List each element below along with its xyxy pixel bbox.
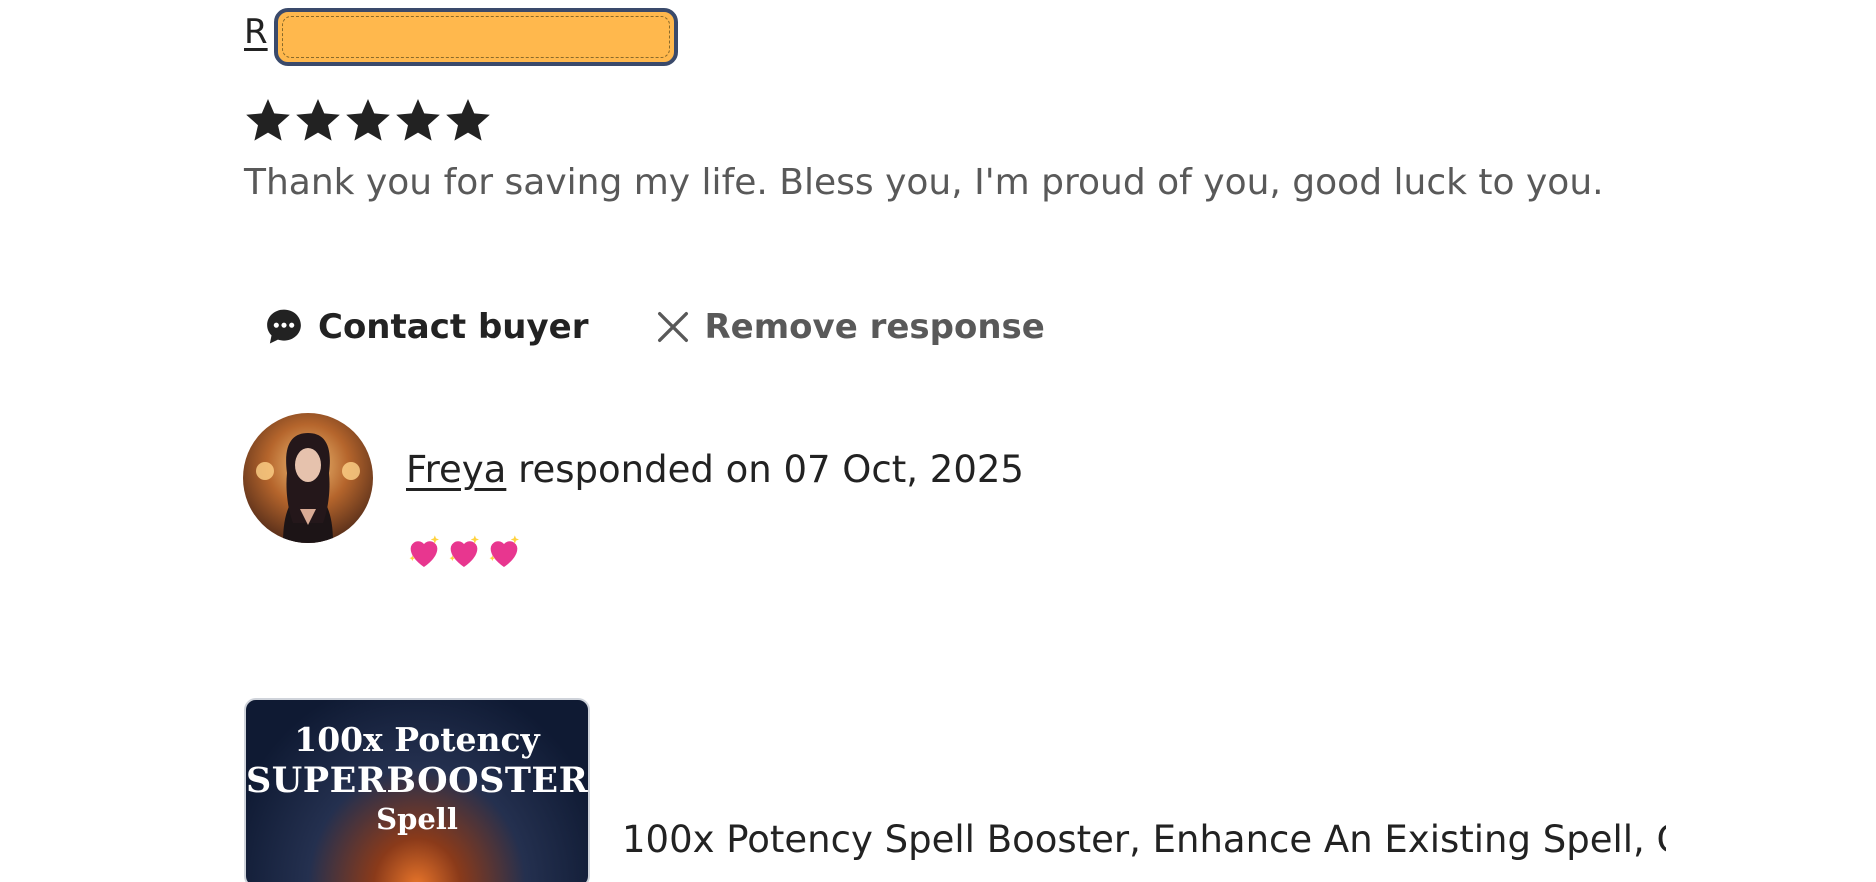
review-text: Thank you for saving my life. Bless you,…	[244, 162, 1604, 203]
redaction-overlay	[274, 8, 678, 66]
seller-avatar[interactable]	[243, 413, 373, 543]
star-icon	[346, 99, 390, 141]
sparkling-heart-icon	[489, 535, 519, 567]
star-icon	[446, 99, 490, 141]
star-rating	[244, 96, 492, 144]
close-icon	[657, 312, 688, 342]
remove-response-button[interactable]: Remove response	[653, 307, 1045, 347]
sparkling-heart-icon	[409, 535, 439, 567]
listing-title-link[interactable]: 100x Potency Spell Booster, Enhance An E…	[622, 818, 1666, 861]
star-icon	[296, 99, 340, 141]
review-actions: Contact buyer Remove response	[262, 305, 1045, 349]
review-page: R Thank you for saving my life. Bless yo…	[0, 0, 1876, 882]
reviewer-name-link[interactable]: R	[244, 12, 268, 52]
responded-text: responded on 07 Oct, 2025	[506, 448, 1024, 491]
seller-response-line: Freya responded on 07 Oct, 2025	[406, 448, 1024, 491]
thumbnail-line-2: SUPERBOOSTER	[246, 760, 589, 801]
listing-thumbnail[interactable]: 100x Potency SUPERBOOSTER Spell	[244, 698, 590, 882]
thumbnail-line-3: Spell	[376, 802, 458, 836]
star-icon	[246, 99, 290, 141]
remove-response-label: Remove response	[704, 307, 1045, 347]
contact-buyer-button[interactable]: Contact buyer	[262, 305, 589, 349]
contact-buyer-label: Contact buyer	[318, 307, 589, 347]
chat-bubble-icon	[267, 309, 301, 344]
star-icon	[396, 99, 440, 141]
avatar-image	[243, 413, 373, 543]
response-message	[404, 532, 524, 572]
seller-name-link[interactable]: Freya	[406, 448, 506, 491]
sparkling-heart-icon	[449, 535, 479, 567]
thumbnail-line-1: 100x Potency	[294, 720, 540, 759]
